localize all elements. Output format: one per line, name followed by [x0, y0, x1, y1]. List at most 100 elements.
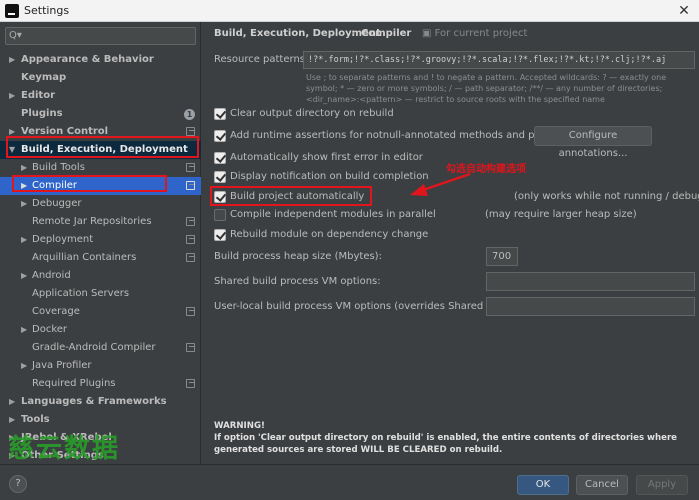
- project-scope-icon: [186, 379, 195, 388]
- project-scope-icon: [186, 343, 195, 352]
- chevron-right-icon: ▶: [21, 163, 28, 172]
- update-count-badge: 1: [184, 109, 195, 120]
- project-scope-icon: [186, 253, 195, 262]
- sidebar-item-label: Gradle-Android Compiler: [32, 342, 156, 353]
- chevron-right-icon: ▶: [21, 361, 28, 370]
- project-scope-icon: ▣: [422, 28, 435, 39]
- sidebar-item-languages-frameworks[interactable]: ▶ Languages & Frameworks: [0, 393, 201, 411]
- sidebar-item-label: Build Tools: [32, 162, 85, 173]
- chevron-right-icon: ▶: [9, 91, 16, 100]
- scope-label: For current project: [434, 28, 528, 39]
- search-icon: Q▾: [9, 30, 22, 41]
- sidebar-item-build-tools[interactable]: ▶ Build Tools: [0, 159, 201, 177]
- build-automatically-note: (only works while not running / debuggin…: [514, 191, 699, 202]
- sidebar-item-label: Plugins: [21, 108, 63, 119]
- sidebar-item-build-execution-deployment[interactable]: ▼ Build, Execution, Deployment: [0, 141, 201, 159]
- clear-output-checkbox[interactable]: [214, 108, 226, 120]
- resource-patterns-label: Resource patterns:: [214, 54, 309, 65]
- sidebar-item-label: Appearance & Behavior: [21, 54, 154, 65]
- sidebar-item-tools[interactable]: ▶ Tools: [0, 411, 201, 429]
- page-title: Compiler: [361, 28, 412, 39]
- clear-output-label[interactable]: Clear output directory on rebuild: [230, 108, 394, 119]
- sidebar-item-application-servers[interactable]: Application Servers: [0, 285, 201, 303]
- project-scope-icon: [186, 235, 195, 244]
- user-vm-options-label: User-local build process VM options (ove…: [214, 301, 531, 312]
- resource-patterns-input[interactable]: !?*.form;!?*.class;!?*.groovy;!?*.scala;…: [303, 51, 695, 69]
- sidebar-item-label: Application Servers: [32, 288, 130, 299]
- sidebar-item-docker[interactable]: ▶ Docker: [0, 321, 201, 339]
- sidebar-item-arquillian-containers[interactable]: Arquillian Containers: [0, 249, 201, 267]
- sidebar-item-label: Deployment: [32, 234, 94, 245]
- cancel-button[interactable]: Cancel: [576, 475, 628, 495]
- sidebar-item-label: Android: [32, 270, 71, 281]
- sidebar-item-label: Tools: [21, 414, 50, 425]
- sidebar-item-remote-jar-repositories[interactable]: Remote Jar Repositories: [0, 213, 201, 231]
- ok-button[interactable]: OK: [517, 475, 569, 495]
- sidebar-item-keymap[interactable]: Keymap: [0, 69, 201, 87]
- title-bar: Settings ✕: [0, 0, 699, 22]
- window-title: Settings: [24, 4, 70, 17]
- close-icon[interactable]: ✕: [675, 2, 693, 20]
- sidebar-item-label: Editor: [21, 90, 55, 101]
- chevron-right-icon: ▶: [9, 397, 16, 406]
- apply-button[interactable]: Apply: [636, 475, 688, 495]
- breadcrumb-separator: ›: [351, 28, 355, 39]
- search-input[interactable]: Q▾: [5, 27, 196, 45]
- sidebar-item-label: Docker: [32, 324, 68, 335]
- heap-size-label: Build process heap size (Mbytes):: [214, 251, 382, 262]
- project-scope-icon: [186, 163, 195, 172]
- sidebar-item-plugins[interactable]: Plugins 1: [0, 105, 201, 123]
- rebuild-on-dependency-checkbox[interactable]: [214, 229, 226, 241]
- sidebar-item-coverage[interactable]: Coverage: [0, 303, 201, 321]
- sidebar-item-java-profiler[interactable]: ▶ Java Profiler: [0, 357, 201, 375]
- sidebar-item-label: Compiler: [32, 180, 78, 191]
- warning-message: WARNING! If option 'Clear output directo…: [214, 420, 684, 456]
- sidebar-item-label: Keymap: [21, 72, 67, 83]
- project-scope-icon: [186, 307, 195, 316]
- user-vm-options-input[interactable]: [486, 297, 695, 316]
- sidebar-item-debugger[interactable]: ▶ Debugger: [0, 195, 201, 213]
- scope-indicator: ▣ For current project: [422, 28, 527, 39]
- sidebar-item-label: Languages & Frameworks: [21, 396, 167, 407]
- resource-patterns-help: Use ; to separate patterns and ! to nega…: [306, 73, 667, 104]
- chevron-right-icon: ▶: [21, 181, 28, 190]
- compiler-settings-panel: Build, Execution, Deployment › Compiler …: [202, 22, 699, 464]
- show-first-error-label[interactable]: Automatically show first error in editor: [230, 152, 423, 163]
- watermark: 慈云数据: [8, 434, 121, 464]
- intellij-logo-icon: [5, 4, 19, 18]
- chevron-right-icon: ▶: [9, 55, 16, 64]
- build-automatically-label[interactable]: Build project automatically: [230, 191, 364, 202]
- runtime-assertions-label[interactable]: Add runtime assertions for notnull-annot…: [230, 130, 586, 141]
- heap-size-input[interactable]: 700: [486, 247, 518, 266]
- chevron-right-icon: ▶: [9, 415, 16, 424]
- sidebar-item-label: Coverage: [32, 306, 80, 317]
- shared-vm-options-input[interactable]: [486, 272, 695, 291]
- dialog-footer: ? OK Cancel Apply: [0, 464, 699, 500]
- sidebar-item-version-control[interactable]: ▶ Version Control: [0, 123, 201, 141]
- chevron-right-icon: ▶: [21, 235, 28, 244]
- help-button[interactable]: ?: [9, 475, 27, 493]
- shared-vm-options-label: Shared build process VM options:: [214, 276, 381, 287]
- runtime-assertions-checkbox[interactable]: [214, 130, 226, 142]
- breadcrumb-parent[interactable]: Build, Execution, Deployment: [214, 28, 381, 39]
- sidebar-item-gradle-android-compiler[interactable]: Gradle-Android Compiler: [0, 339, 201, 357]
- sidebar-item-android[interactable]: ▶ Android: [0, 267, 201, 285]
- parallel-compile-checkbox[interactable]: [214, 209, 226, 221]
- build-notification-checkbox[interactable]: [214, 171, 226, 183]
- build-automatically-checkbox[interactable]: [214, 191, 226, 203]
- sidebar-item-deployment[interactable]: ▶ Deployment: [0, 231, 201, 249]
- build-notification-label[interactable]: Display notification on build completion: [230, 171, 429, 182]
- sidebar-item-editor[interactable]: ▶ Editor: [0, 87, 201, 105]
- show-first-error-checkbox[interactable]: [214, 152, 226, 164]
- settings-sidebar: Q▾ ▶ Appearance & Behavior Keymap ▶ Edit…: [0, 22, 201, 464]
- parallel-compile-label[interactable]: Compile independent modules in parallel: [230, 209, 436, 220]
- configure-annotations-button[interactable]: Configure annotations...: [534, 126, 652, 159]
- sidebar-item-label: Version Control: [21, 126, 109, 137]
- warning-title: WARNING!: [214, 421, 265, 431]
- sidebar-item-required-plugins[interactable]: Required Plugins: [0, 375, 201, 393]
- project-scope-icon: [186, 127, 195, 136]
- rebuild-on-dependency-label[interactable]: Rebuild module on dependency change: [230, 229, 428, 240]
- sidebar-item-appearance[interactable]: ▶ Appearance & Behavior: [0, 51, 201, 69]
- sidebar-item-compiler[interactable]: ▶ Compiler: [0, 177, 201, 195]
- sidebar-item-label: Remote Jar Repositories: [32, 216, 152, 227]
